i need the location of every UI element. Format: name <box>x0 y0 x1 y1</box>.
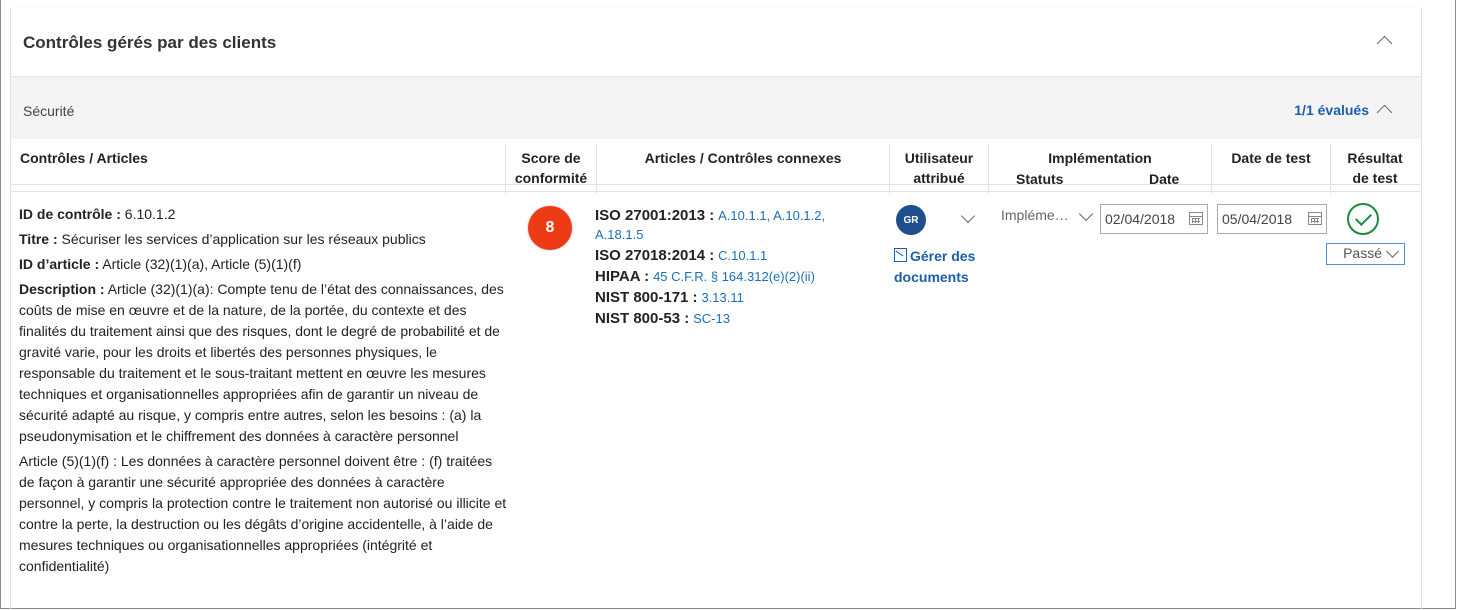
result-chevron-down-icon[interactable] <box>1386 245 1399 258</box>
col-impl-status-header: Statuts <box>1016 171 1064 187</box>
collapse-panel-icon[interactable] <box>1376 35 1393 52</box>
section-header[interactable]: Sécurité 1/1 évalués <box>11 76 1421 139</box>
collapse-section-icon[interactable] <box>1376 104 1393 121</box>
control-title-label: Titre : <box>19 231 58 247</box>
col-score-header-line2: conformité <box>514 170 588 186</box>
related-refs-link[interactable]: C.10.1.1 <box>718 248 767 263</box>
control-title-value: Sécuriser les services d’application sur… <box>61 231 426 247</box>
related-refs-link[interactable]: 3.13.11 <box>701 290 743 305</box>
implementation-date-value: 02/04/2018 <box>1105 211 1176 227</box>
article-id-value: Article (32)(1)(a), Article (5)(1)(f) <box>102 256 302 272</box>
col-result-header: Résultat de test <box>1331 148 1419 188</box>
col-result-header-line1: Résultat <box>1347 150 1403 166</box>
col-related-header: Articles / Contrôles connexes <box>644 150 842 166</box>
document-icon <box>894 248 907 262</box>
calendar-icon[interactable] <box>1308 212 1322 225</box>
related-refs-link[interactable]: SC-13 <box>693 311 730 326</box>
manage-documents-link[interactable]: Gérer des documents <box>894 246 990 288</box>
implementation-date-input[interactable]: 02/04/2018 <box>1100 204 1208 234</box>
description: Description : Article (32)(1)(a): Compte… <box>19 279 509 447</box>
related-refs-link[interactable]: 45 C.F.R. § 164.312(e)(2)(ii) <box>653 269 815 284</box>
panel-title: Contrôles gérés par des clients <box>23 33 277 52</box>
calendar-icon[interactable] <box>1189 212 1203 225</box>
control-title: Titre : Sécuriser les services d’applica… <box>19 229 509 250</box>
assigned-user-avatar[interactable]: GR <box>896 205 926 235</box>
related-item: ISO 27018:2014 : C.10.1.1 <box>595 246 865 265</box>
description-continued: Article (5)(1)(f) : Les données à caract… <box>19 451 509 577</box>
evaluated-count[interactable]: 1/1 évalués <box>1294 102 1369 118</box>
col-test-date-header: Date de test <box>1231 150 1311 166</box>
related-item: HIPAA : 45 C.F.R. § 164.312(e)(2)(ii) <box>595 267 865 286</box>
related-standard: ISO 27018:2014 : <box>595 247 715 264</box>
related-standard: HIPAA : <box>595 268 650 285</box>
description-label: Description : <box>19 281 105 297</box>
col-score-header-line1: Score de <box>521 150 581 166</box>
article-id-label: ID d’article : <box>19 256 100 272</box>
col-user-header-line1: Utilisateur <box>904 150 974 166</box>
test-date-input[interactable]: 05/04/2018 <box>1217 204 1327 234</box>
header-bottom-border <box>11 191 1420 192</box>
col-controls-header: Contrôles / Articles <box>20 150 148 166</box>
description-text-1: Article (32)(1)(a): Compte tenu de l’éta… <box>19 281 504 444</box>
control-details: ID de contrôle : 6.10.1.2 Titre : Sécuri… <box>19 204 509 581</box>
test-date-value: 05/04/2018 <box>1222 211 1293 227</box>
col-result-header-line2: de test <box>1352 170 1398 186</box>
col-score-header: Score de conformité <box>506 148 596 188</box>
control-id: ID de contrôle : 6.10.1.2 <box>19 204 509 225</box>
test-result-dropdown[interactable]: Passé <box>1326 243 1405 265</box>
col-user-header-line2: attribué <box>913 170 965 186</box>
col-user-header: Utilisateur attribué <box>890 148 988 188</box>
test-result-value: Passé <box>1343 245 1382 261</box>
related-controls: ISO 27001:2013 : A.10.1.1, A.10.1.2, A.1… <box>595 206 865 330</box>
related-standard: ISO 27001:2013 : <box>595 207 715 224</box>
related-standard: NIST 800-171 : <box>595 289 698 306</box>
related-item: NIST 800-53 : SC-13 <box>595 309 865 328</box>
compliance-score-badge: 8 <box>528 206 572 250</box>
control-id-label: ID de contrôle : <box>19 206 121 222</box>
check-circle-icon <box>1347 203 1379 235</box>
implementation-status-dropdown[interactable]: Impléme… <box>1001 207 1069 223</box>
panel-header[interactable]: Contrôles gérés par des clients <box>11 8 1421 76</box>
description-text-2: Article (5)(1)(f) : Les données à caract… <box>19 453 507 574</box>
article-id: ID d’article : Article (32)(1)(a), Artic… <box>19 254 509 275</box>
col-impl-header: Implémentation <box>1048 150 1152 166</box>
related-standard: NIST 800-53 : <box>595 310 690 327</box>
col-impl-date-header: Date <box>1149 171 1180 187</box>
related-item: NIST 800-171 : 3.13.11 <box>595 288 865 307</box>
control-id-value: 6.10.1.2 <box>124 206 176 222</box>
section-label: Sécurité <box>23 103 75 119</box>
related-item: ISO 27001:2013 : A.10.1.1, A.10.1.2, A.1… <box>595 206 865 244</box>
